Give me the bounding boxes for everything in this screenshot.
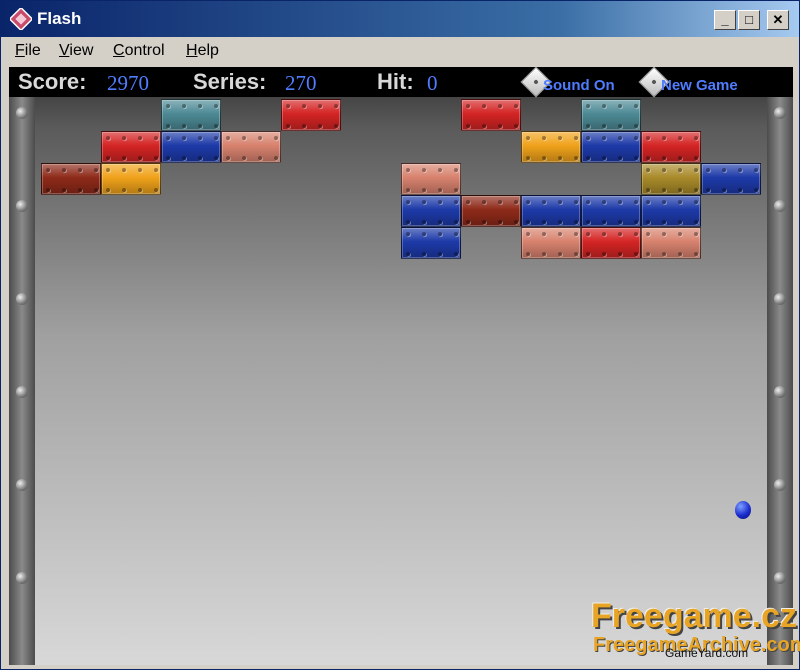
rivet	[774, 479, 786, 491]
menu-control[interactable]: Control	[113, 42, 165, 60]
rivet	[774, 293, 786, 305]
rivet	[774, 386, 786, 398]
series-label: Series:	[193, 69, 267, 94]
series-value: 270	[285, 71, 317, 95]
brick-orange	[521, 131, 581, 163]
rivet	[16, 107, 28, 119]
menu-bar: File View Control Help	[1, 37, 799, 65]
flash-logo-icon	[10, 8, 32, 30]
rivet	[774, 572, 786, 584]
window-title: Flash	[37, 9, 82, 28]
watermark-freegame: Freegame.cz	[591, 597, 797, 635]
brick-olive	[641, 163, 701, 195]
close-button[interactable]: ✕	[767, 10, 789, 30]
brick-blue	[521, 195, 581, 227]
rivet	[16, 572, 28, 584]
brick-darkred	[41, 163, 101, 195]
brick-salmon	[521, 227, 581, 259]
brick-red	[101, 131, 161, 163]
brick-blue	[161, 131, 221, 163]
hit-value: 0	[427, 71, 438, 95]
rivet	[774, 107, 786, 119]
rivet	[16, 386, 28, 398]
minimize-button[interactable]: _	[714, 10, 736, 30]
flash-window: Flash _ □ ✕ File View Control Help Score…	[0, 0, 800, 670]
brick-blue	[581, 195, 641, 227]
brick-blue	[701, 163, 761, 195]
menu-file[interactable]: File	[15, 42, 41, 60]
rivet	[16, 293, 28, 305]
brick-teal	[161, 99, 221, 131]
title-bar[interactable]: Flash _ □ ✕	[1, 1, 799, 37]
ball	[735, 501, 751, 519]
sound-button-label: Sound On	[543, 77, 615, 94]
rivet	[16, 200, 28, 212]
game-area[interactable]: Score: 2970 Series: 270 Hit: 0 Sound On …	[9, 67, 793, 665]
brick-red	[461, 99, 521, 131]
menu-view[interactable]: View	[59, 42, 93, 60]
brick-salmon	[221, 131, 281, 163]
rivet	[16, 479, 28, 491]
hit-label: Hit:	[377, 69, 414, 94]
brick-red	[281, 99, 341, 131]
brick-salmon	[401, 163, 461, 195]
maximize-button[interactable]: □	[738, 10, 760, 30]
new-game-button[interactable]: New Game	[638, 67, 753, 98]
brick-red	[641, 131, 701, 163]
brick-blue	[641, 195, 701, 227]
brick-teal	[581, 99, 641, 131]
brick-blue	[401, 227, 461, 259]
brick-blue	[581, 131, 641, 163]
brick-salmon	[641, 227, 701, 259]
menu-help[interactable]: Help	[186, 42, 219, 60]
left-wall-rail	[9, 97, 35, 665]
score-value: 2970	[107, 71, 149, 95]
right-wall-rail	[767, 97, 793, 665]
brick-red	[581, 227, 641, 259]
watermark-gameyard: GameYard.com	[665, 646, 749, 660]
brick-darkred	[461, 195, 521, 227]
rivet	[774, 200, 786, 212]
score-label: Score:	[18, 69, 87, 94]
new-game-button-label: New Game	[661, 77, 738, 94]
sound-toggle-button[interactable]: Sound On	[520, 67, 625, 98]
brick-blue	[401, 195, 461, 227]
hud-bar: Score: 2970 Series: 270 Hit: 0 Sound On …	[9, 67, 793, 98]
brick-orange	[101, 163, 161, 195]
